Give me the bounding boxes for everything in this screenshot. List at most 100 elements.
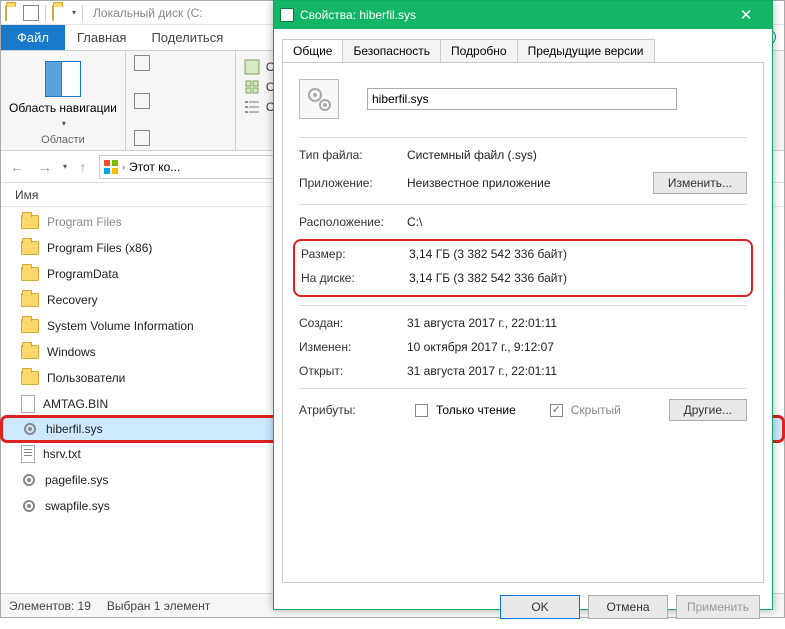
checkbox-icon[interactable] [134,55,150,71]
label-created: Создан: [299,316,407,330]
file-name: System Volume Information [47,319,194,333]
row-modified: Изменен: 10 октября 2017 г., 9:12:07 [299,340,747,354]
ribbon-group-nav: Область навигации ▾ Области [1,51,126,150]
status-count: Элементов: 19 [9,599,91,613]
file-name: Пользователи [47,371,125,385]
label-size: Размер: [301,247,409,261]
properties-body: Тип файла: Системный файл (.sys) Приложе… [282,63,764,583]
value-modified: 10 октября 2017 г., 9:12:07 [407,340,747,354]
window-title: Локальный диск (C: [93,6,203,20]
tab-file[interactable]: Файл [1,25,65,50]
cancel-button[interactable]: Отмена [588,595,668,619]
tab-security[interactable]: Безопасность [342,39,441,62]
close-button[interactable]: ✕ [726,6,766,24]
value-ondisk: 3,14 ГБ (3 382 542 336 байт) [409,271,745,285]
tab-share[interactable]: Поделиться [139,25,236,50]
file-name: ProgramData [47,267,118,281]
hidden-checkbox[interactable] [550,404,563,417]
gear-icon [280,8,294,22]
label-ondisk: На диске: [301,271,409,285]
huge-icons-icon [244,59,260,75]
folder-icon [21,345,39,359]
column-header-label: Имя [15,188,38,202]
ribbon-group-label: Области [41,134,85,146]
properties-header [299,79,747,119]
properties-titlebar[interactable]: Свойства: hiberfil.sys ✕ [274,1,772,29]
divider [299,305,747,306]
readonly-checkbox[interactable] [415,404,428,417]
folder-icon [21,319,39,333]
file-name: hiberfil.sys [46,422,103,436]
apply-button[interactable]: Применить [676,595,760,619]
label-modified: Изменен: [299,340,407,354]
label-filetype: Тип файла: [299,148,407,162]
row-location: Расположение: C:\ [299,215,747,229]
tab-previous[interactable]: Предыдущие версии [517,39,655,62]
folder-icon [21,267,39,281]
nav-panel-label: Область навигации [9,101,117,115]
row-created: Создан: 31 августа 2017 г., 22:01:11 [299,316,747,330]
folder-icon [52,6,66,20]
forward-button[interactable]: → [33,155,57,179]
value-app: Неизвестное приложение [407,176,653,190]
chevron-right-icon[interactable]: › [122,162,125,172]
file-name: swapfile.sys [45,499,110,513]
divider [299,204,747,205]
filename-input[interactable] [367,88,677,110]
value-filetype: Системный файл (.sys) [407,148,747,162]
tab-home[interactable]: Главная [65,25,139,50]
folder-icon [21,241,39,255]
other-attrs-button[interactable]: Другие... [669,399,747,421]
file-name: Recovery [47,293,98,307]
up-button[interactable]: ↑ [71,155,95,179]
readonly-label: Только чтение [436,403,516,417]
ok-button[interactable]: OK [500,595,580,619]
chevron-down-icon[interactable]: ▾ [62,119,66,128]
back-button[interactable]: ← [5,155,29,179]
checkbox-icon[interactable] [134,130,150,146]
divider [299,137,747,138]
tab-general[interactable]: Общие [282,39,343,62]
row-ondisk: На диске: 3,14 ГБ (3 382 542 336 байт) [301,271,745,285]
properties-tabs: Общие Безопасность Подробно Предыдущие в… [282,39,764,63]
folder-icon [5,6,19,20]
file-type-icon [299,79,339,119]
value-created: 31 августа 2017 г., 22:01:11 [407,316,747,330]
breadcrumb-segment[interactable]: Этот ко... [129,160,180,174]
file-name: Program Files [47,215,122,229]
tab-details[interactable]: Подробно [440,39,518,62]
dialog-title: Свойства: hiberfil.sys [300,8,720,22]
file-name: Windows [47,345,96,359]
row-opened: Открыт: 31 августа 2017 г., 22:01:11 [299,364,747,378]
folder-icon [21,293,39,307]
win-logo-icon [104,160,118,174]
row-size: Размер: 3,14 ГБ (3 382 542 336 байт) [301,247,745,261]
nav-panel-icon[interactable] [45,61,81,97]
properties-dialog: Свойства: hiberfil.sys ✕ Общие Безопасно… [273,0,773,610]
checkbox-icon[interactable] [134,93,150,109]
value-location: C:\ [407,215,747,229]
file-name: pagefile.sys [45,473,108,487]
status-selected: Выбран 1 элемент [107,599,210,613]
gear-icon [21,498,37,514]
size-highlight-box: Размер: 3,14 ГБ (3 382 542 336 байт) На … [293,239,753,297]
gear-icon [21,472,37,488]
hidden-label: Скрытый [571,403,621,417]
gear-icon [22,421,38,437]
normal-icons-icon [244,79,260,95]
dialog-footer: OK Отмена Применить [274,591,772,629]
label-app: Приложение: [299,176,407,190]
chevron-down-icon[interactable]: ▾ [63,162,67,171]
list-icon [244,99,260,115]
label-attrs: Атрибуты: [299,403,407,417]
folder-icon [21,371,39,385]
row-app: Приложение: Неизвестное приложение Измен… [299,172,747,194]
value-opened: 31 августа 2017 г., 22:01:11 [407,364,747,378]
row-filetype: Тип файла: Системный файл (.sys) [299,148,747,162]
value-size: 3,14 ГБ (3 382 542 336 байт) [409,247,745,261]
file-name: hsrv.txt [43,447,81,461]
change-button[interactable]: Изменить... [653,172,747,194]
qat-icon-1[interactable] [23,5,39,21]
address-box[interactable]: › Этот ко... [99,155,279,179]
chevron-down-icon[interactable]: ▾ [72,8,76,17]
